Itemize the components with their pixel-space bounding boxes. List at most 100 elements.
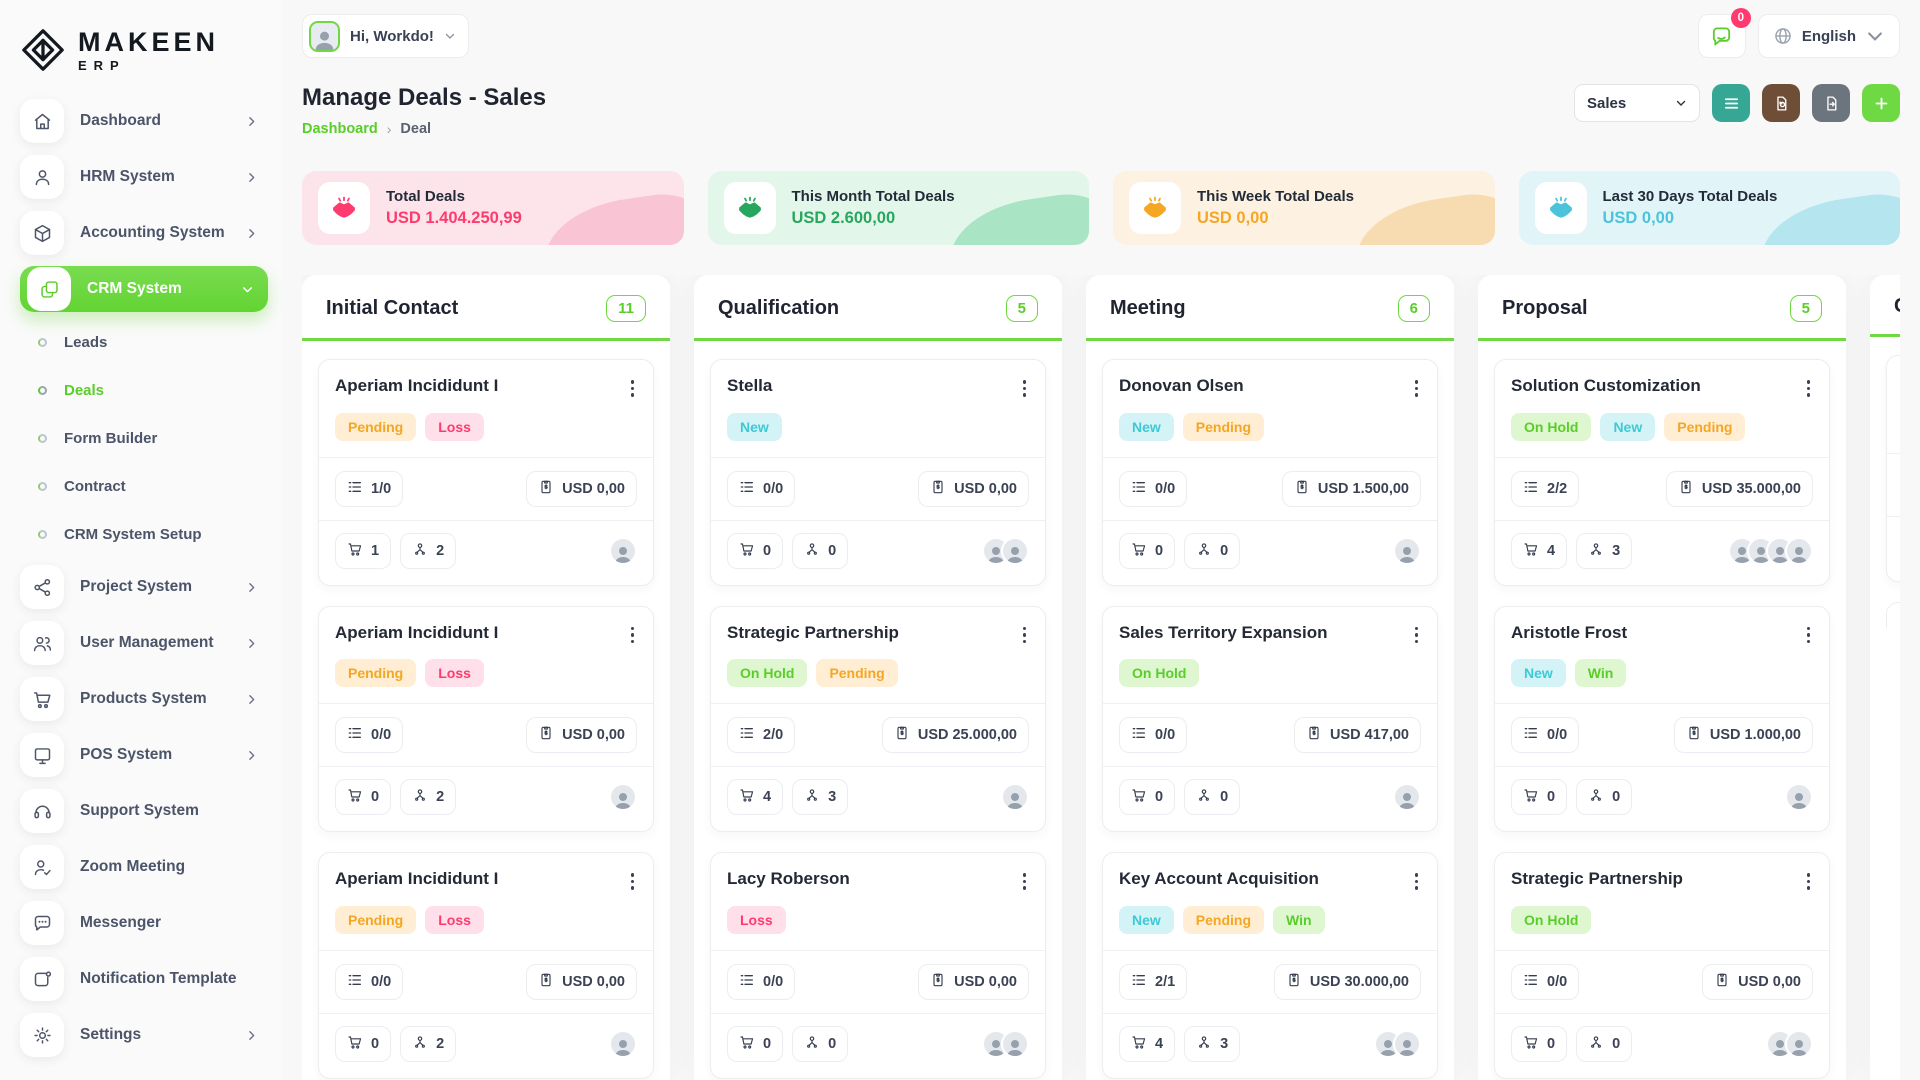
tasks-pill[interactable]: 0/0 xyxy=(1511,717,1579,753)
products-pill[interactable]: 0 xyxy=(1511,779,1567,815)
products-pill[interactable]: 4 xyxy=(1511,533,1567,569)
tasks-pill[interactable]: 1/0 xyxy=(335,471,403,507)
tasks-pill[interactable]: 0/0 xyxy=(727,964,795,1000)
sidebar-item-products-system[interactable]: Products System xyxy=(20,676,272,722)
tasks-pill[interactable]: 0/0 xyxy=(1119,471,1187,507)
sidebar-item-zoom-meeting[interactable]: Zoom Meeting xyxy=(20,844,272,890)
sidebar-subitem-form-builder[interactable]: Form Builder xyxy=(20,418,272,458)
card-menu-button[interactable] xyxy=(1412,869,1422,894)
card-menu-button[interactable] xyxy=(628,376,638,401)
tasks-pill[interactable]: 2/1 xyxy=(1119,964,1187,1000)
import-button[interactable] xyxy=(1762,84,1800,122)
deal-card[interactable]: Key Account AcquisitionNewPendingWin2/1U… xyxy=(1102,852,1438,1079)
users-pill[interactable]: 3 xyxy=(792,779,848,815)
card-menu-button[interactable] xyxy=(1804,623,1814,648)
sidebar-item-project-system[interactable]: Project System xyxy=(20,564,272,610)
products-pill[interactable]: 0 xyxy=(727,1026,783,1062)
users-pill[interactable]: 0 xyxy=(792,533,848,569)
tasks-pill[interactable]: 2/0 xyxy=(727,717,795,753)
pipeline-select[interactable]: Sales xyxy=(1574,84,1700,122)
sidebar-subitem-leads[interactable]: Leads xyxy=(20,322,272,362)
deal-value-pill[interactable]: USD 417,00 xyxy=(1294,717,1421,753)
list-view-button[interactable] xyxy=(1712,84,1750,122)
deal-value-pill[interactable]: USD 1.500,00 xyxy=(1282,471,1421,507)
avatar[interactable] xyxy=(1393,537,1421,565)
users-pill[interactable]: 2 xyxy=(400,533,456,569)
avatar[interactable] xyxy=(609,1030,637,1058)
avatar[interactable] xyxy=(1785,783,1813,811)
sidebar-item-messenger[interactable]: Messenger xyxy=(20,900,272,946)
users-pill[interactable]: 2 xyxy=(400,779,456,815)
notifications-button[interactable]: 0 xyxy=(1698,14,1746,58)
sidebar-item-hrm-system[interactable]: HRM System xyxy=(20,154,272,200)
sidebar-subitem-contract[interactable]: Contract xyxy=(20,466,272,506)
products-pill[interactable]: 0 xyxy=(727,533,783,569)
deal-value-pill[interactable]: USD 0,00 xyxy=(1702,964,1813,1000)
card-menu-button[interactable] xyxy=(628,869,638,894)
sidebar-subitem-crm-system-setup[interactable]: CRM System Setup xyxy=(20,514,272,554)
deal-card[interactable]: Aperiam Incididunt IPendingLoss1/0USD 0,… xyxy=(318,359,654,586)
products-pill[interactable]: 0 xyxy=(335,779,391,815)
deal-value-pill[interactable]: USD 30.000,00 xyxy=(1274,964,1421,1000)
breadcrumb-dashboard-link[interactable]: Dashboard xyxy=(302,121,378,137)
deal-value-pill[interactable]: USD 1.000,00 xyxy=(1674,717,1813,753)
avatar[interactable] xyxy=(1785,1030,1813,1058)
avatar[interactable] xyxy=(609,783,637,811)
users-pill[interactable]: 0 xyxy=(1576,779,1632,815)
products-pill[interactable]: 0 xyxy=(335,1026,391,1062)
users-pill[interactable]: 0 xyxy=(1576,1026,1632,1062)
avatar[interactable] xyxy=(1785,537,1813,565)
card-menu-button[interactable] xyxy=(1804,869,1814,894)
sidebar-item-crm-system[interactable]: CRM System xyxy=(20,266,268,312)
products-pill[interactable]: 4 xyxy=(727,779,783,815)
card-menu-button[interactable] xyxy=(1020,376,1030,401)
avatar[interactable] xyxy=(1001,783,1029,811)
deal-value-pill[interactable]: USD 0,00 xyxy=(526,471,637,507)
users-pill[interactable]: 0 xyxy=(1184,779,1240,815)
user-menu[interactable]: Hi, Workdo! xyxy=(302,14,469,58)
tasks-pill[interactable]: 0/0 xyxy=(1511,964,1579,1000)
deal-value-pill[interactable]: USD 0,00 xyxy=(918,471,1029,507)
brand-logo[interactable]: MAKEEN ERP xyxy=(0,0,282,84)
products-pill[interactable]: 0 xyxy=(1119,779,1175,815)
sidebar-item-pos-system[interactable]: POS System xyxy=(20,732,272,778)
avatar[interactable] xyxy=(1001,1030,1029,1058)
card-menu-button[interactable] xyxy=(1412,623,1422,648)
sidebar-item-dashboard[interactable]: Dashboard xyxy=(20,98,272,144)
products-pill[interactable]: 4 xyxy=(1119,1026,1175,1062)
tasks-pill[interactable]: 2/2 xyxy=(1511,471,1579,507)
deal-value-pill[interactable]: USD 0,00 xyxy=(526,717,637,753)
tasks-pill[interactable]: 0/0 xyxy=(335,717,403,753)
deal-card[interactable]: Aristotle FrostNewWin0/0USD 1.000,0000 xyxy=(1494,606,1830,833)
users-pill[interactable]: 3 xyxy=(1576,533,1632,569)
sidebar-item-settings[interactable]: Settings xyxy=(20,1012,272,1058)
card-menu-button[interactable] xyxy=(1020,869,1030,894)
language-select[interactable]: English xyxy=(1758,14,1900,58)
tasks-pill[interactable]: 0/0 xyxy=(727,471,795,507)
users-pill[interactable]: 0 xyxy=(792,1026,848,1062)
card-menu-button[interactable] xyxy=(1020,623,1030,648)
avatar[interactable] xyxy=(609,537,637,565)
tasks-pill[interactable]: 0/0 xyxy=(335,964,403,1000)
tasks-pill[interactable]: 0/0 xyxy=(1119,717,1187,753)
products-pill[interactable]: 0 xyxy=(1119,533,1175,569)
avatar[interactable] xyxy=(1001,537,1029,565)
deal-value-pill[interactable]: USD 35.000,00 xyxy=(1666,471,1813,507)
deal-card[interactable]: Donovan OlsenNewPending0/0USD 1.500,0000 xyxy=(1102,359,1438,586)
deal-card[interactable]: Strategic PartnershipOn Hold0/0USD 0,000… xyxy=(1494,852,1830,1079)
deal-card[interactable]: Solution CustomizationOn HoldNewPending2… xyxy=(1494,359,1830,586)
deal-value-pill[interactable]: USD 25.000,00 xyxy=(882,717,1029,753)
card-menu-button[interactable] xyxy=(1412,376,1422,401)
products-pill[interactable]: 1 xyxy=(335,533,391,569)
deal-card[interactable]: Sales Territory ExpansionOn Hold0/0USD 4… xyxy=(1102,606,1438,833)
avatar[interactable] xyxy=(1393,1030,1421,1058)
users-pill[interactable]: 0 xyxy=(1184,533,1240,569)
sidebar-item-accounting-system[interactable]: Accounting System xyxy=(20,210,272,256)
add-deal-button[interactable] xyxy=(1862,84,1900,122)
users-pill[interactable]: 2 xyxy=(400,1026,456,1062)
deal-card[interactable]: Strategic PartnershipOn HoldPending2/0US… xyxy=(710,606,1046,833)
deal-card[interactable]: Aperiam Incididunt IPendingLoss0/0USD 0,… xyxy=(318,852,654,1079)
sidebar-subitem-deals[interactable]: Deals xyxy=(20,370,272,410)
deal-card[interactable]: Aperiam Incididunt IPendingLoss0/0USD 0,… xyxy=(318,606,654,833)
sidebar-item-notification-template[interactable]: Notification Template xyxy=(20,956,272,1002)
